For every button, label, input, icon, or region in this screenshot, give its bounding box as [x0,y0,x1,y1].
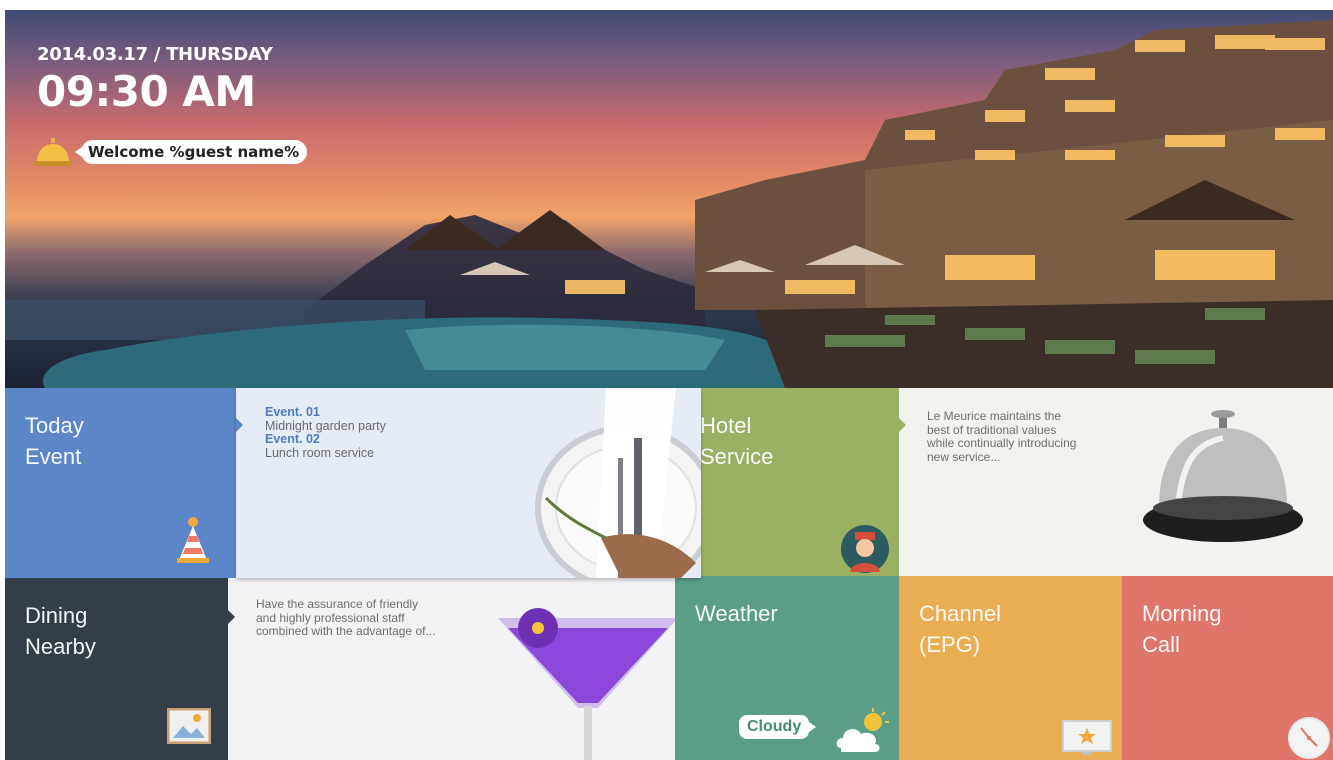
pointer-arrow [228,610,235,624]
event-label: Event. 01 [265,405,320,419]
place-setting-image [535,388,701,578]
tile-title: Dining Nearby [25,603,96,659]
welcome-message: Welcome %guest name% [33,136,308,168]
tile-title: Hotel Service [700,413,774,469]
tile-title: Today Event [25,413,84,469]
clock-panel: 2014.03.17 / THURSDAY 09:30 AM [37,44,273,116]
tile-weather[interactable]: Weather Cloudy [675,576,899,760]
event-item: Event. 02 Lunch room service [265,432,386,460]
event-item: Event. 01 Midnight garden party [265,405,386,433]
cocktail-image [498,608,675,760]
event-desc: Lunch room service [265,445,375,460]
pointer-arrow [899,418,906,432]
tile-title: Weather [695,601,778,626]
tile-hotel-service[interactable]: Hotel Service [680,388,899,576]
tile-title: Morning Call [1142,601,1222,657]
service-bell-image [1143,410,1303,542]
event-label: Event. 02 [265,432,320,446]
event-desc: Midnight garden party [265,418,386,433]
dining-nearby-panel[interactable]: Have the assurance of friendly and highl… [228,578,675,760]
current-time: 09:30 AM [37,67,256,116]
home-screen: 2014.03.17 / THURSDAY 09:30 AM Welcome %… [5,10,1333,760]
weather-condition-label: Cloudy [739,715,817,739]
bellboy-icon [840,524,890,576]
party-hat-icon [175,516,211,568]
clock-icon [1287,716,1331,760]
cloud-sun-icon [835,708,891,756]
picture-frame-icon [166,707,212,748]
welcome-text: Welcome %guest name% [74,140,308,164]
tile-channel-epg[interactable]: Channel (EPG) [899,576,1122,760]
dining-description: Have the assurance of friendly and highl… [256,597,436,638]
current-date: 2014.03.17 / THURSDAY [37,44,273,65]
tile-title: Channel (EPG) [919,601,1001,657]
tile-dining-nearby[interactable]: Dining Nearby [5,578,228,760]
tile-today-event[interactable]: Today Event [5,388,236,578]
service-bell-icon [33,136,73,168]
tile-morning-call[interactable]: Morning Call [1122,576,1333,760]
hero-banner: 2014.03.17 / THURSDAY 09:30 AM Welcome %… [5,10,1333,388]
today-event-panel[interactable]: Event. 01 Midnight garden party Event. 0… [236,388,701,578]
event-list: Event. 01 Midnight garden party Event. 0… [265,405,386,460]
hotel-service-panel[interactable]: Le Meurice maintains the best of traditi… [899,388,1333,576]
pointer-arrow [236,418,243,432]
tv-star-icon [1062,720,1112,760]
hotel-description: Le Meurice maintains the best of traditi… [927,409,1077,464]
